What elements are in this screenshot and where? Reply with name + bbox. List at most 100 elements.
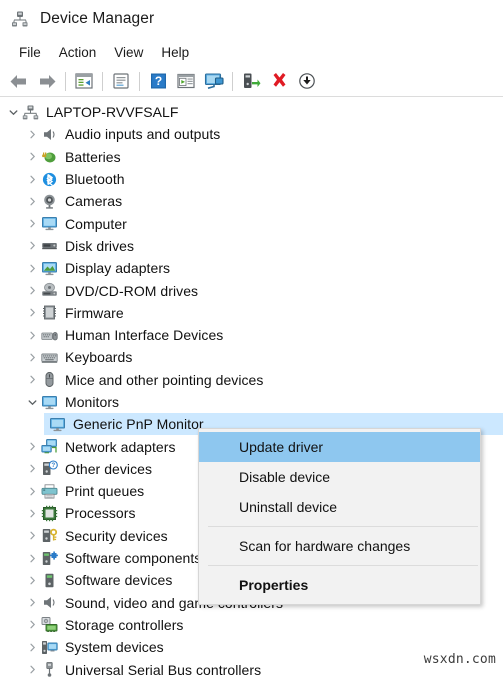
context-menu-item-update-driver[interactable]: Update driver xyxy=(199,432,480,462)
tree-node-label: Computer xyxy=(65,215,127,232)
tree-node-label: Audio inputs and outputs xyxy=(65,126,221,143)
chevron-right-icon[interactable] xyxy=(24,620,41,629)
tree-node-human-interface-devices[interactable]: Human Interface Devices xyxy=(0,324,503,346)
tree-node-label: Generic PnP Monitor xyxy=(73,416,204,433)
chevron-right-icon[interactable] xyxy=(24,487,41,496)
tree-node-monitors[interactable]: Monitors xyxy=(0,391,503,413)
context-menu-separator-2 xyxy=(208,565,478,566)
chevron-down-icon[interactable] xyxy=(24,398,41,407)
tree-node-label: System devices xyxy=(65,639,164,656)
tree-node-cameras[interactable]: Cameras xyxy=(0,190,503,212)
dvd-drive-icon xyxy=(41,282,58,299)
software-component-icon xyxy=(41,550,58,567)
tree-node-root[interactable]: LAPTOP-RVVFSALF xyxy=(0,101,503,123)
context-menu-separator-1 xyxy=(208,526,478,527)
chevron-right-icon[interactable] xyxy=(24,576,41,585)
scan-hardware-icon[interactable] xyxy=(200,68,228,94)
chevron-right-icon[interactable] xyxy=(24,331,41,340)
context-menu[interactable]: Update driver Disable device Uninstall d… xyxy=(198,428,481,605)
processor-icon xyxy=(41,505,58,522)
context-menu-item-disable-device[interactable]: Disable device xyxy=(199,462,480,492)
help-icon[interactable]: ? xyxy=(144,68,172,94)
computer-root-icon xyxy=(22,104,39,121)
chevron-right-icon[interactable] xyxy=(24,531,41,540)
chevron-right-icon[interactable] xyxy=(24,353,41,362)
toolbar-separator-3 xyxy=(139,71,140,91)
context-menu-item-scan-for-hardware-changes[interactable]: Scan for hardware changes xyxy=(199,531,480,561)
chevron-right-icon[interactable] xyxy=(24,643,41,652)
storage-controller-icon xyxy=(41,616,58,633)
chevron-right-icon[interactable] xyxy=(24,197,41,206)
uninstall-device-icon[interactable] xyxy=(265,68,293,94)
tree-node-computer[interactable]: Computer xyxy=(0,212,503,234)
chevron-right-icon[interactable] xyxy=(24,308,41,317)
tree-node-label: Bluetooth xyxy=(65,171,125,188)
menu-bar: File Action View Help xyxy=(0,38,503,66)
back-arrow-icon[interactable] xyxy=(5,68,33,94)
menu-action[interactable]: Action xyxy=(50,43,106,62)
window-title: Device Manager xyxy=(40,10,155,27)
menu-help[interactable]: Help xyxy=(152,43,198,62)
camera-icon xyxy=(41,193,58,210)
enable-device-icon[interactable] xyxy=(237,68,265,94)
forward-arrow-icon[interactable] xyxy=(33,68,61,94)
tree-node-label: Processors xyxy=(65,505,136,522)
chevron-right-icon[interactable] xyxy=(24,554,41,563)
chevron-right-icon[interactable] xyxy=(24,264,41,273)
chevron-right-icon[interactable] xyxy=(24,665,41,674)
tree-node-label: Other devices xyxy=(65,460,153,477)
tree-node-label: Disk drives xyxy=(65,237,135,254)
mouse-icon xyxy=(41,371,58,388)
chevron-right-icon[interactable] xyxy=(24,241,41,250)
tree-node-label: Human Interface Devices xyxy=(65,327,224,344)
hid-icon xyxy=(41,327,58,344)
chevron-right-icon[interactable] xyxy=(24,219,41,228)
tree-node-keyboards[interactable]: Keyboards xyxy=(0,346,503,368)
title-bar: Device Manager xyxy=(0,0,503,38)
tree-node-mice-and-other-pointing-devices[interactable]: Mice and other pointing devices xyxy=(0,369,503,391)
chevron-right-icon[interactable] xyxy=(24,286,41,295)
tree-node-bluetooth[interactable]: Bluetooth xyxy=(0,168,503,190)
context-menu-item-uninstall-device[interactable]: Uninstall device xyxy=(199,492,480,522)
monitor-icon xyxy=(41,394,58,411)
properties-icon[interactable] xyxy=(70,68,98,94)
tree-node-batteries[interactable]: Batteries xyxy=(0,146,503,168)
chevron-right-icon[interactable] xyxy=(24,464,41,473)
svg-text:?: ? xyxy=(154,74,161,88)
usb-controller-icon xyxy=(41,661,58,678)
printer-icon xyxy=(41,483,58,500)
chevron-right-icon[interactable] xyxy=(24,442,41,451)
toolbar-separator-4 xyxy=(232,71,233,91)
tree-node-storage-controllers[interactable]: Storage controllers xyxy=(0,614,503,636)
toolbar: ? xyxy=(0,66,503,97)
chevron-right-icon[interactable] xyxy=(24,152,41,161)
tree-node-label: Software devices xyxy=(65,572,173,589)
sound-controller-icon xyxy=(41,594,58,611)
tree-node-label: Cameras xyxy=(65,193,123,210)
chevron-right-icon[interactable] xyxy=(24,130,41,139)
speaker-icon xyxy=(41,126,58,143)
software-device-icon xyxy=(41,572,58,589)
tree-node-label: Universal Serial Bus controllers xyxy=(65,661,262,678)
update-driver-icon[interactable] xyxy=(172,68,200,94)
firmware-icon xyxy=(41,304,58,321)
tree-node-display-adapters[interactable]: Display adapters xyxy=(0,257,503,279)
show-hidden-devices-icon[interactable] xyxy=(107,68,135,94)
chevron-right-icon[interactable] xyxy=(24,175,41,184)
menu-file[interactable]: File xyxy=(10,43,50,62)
context-menu-item-properties[interactable]: Properties xyxy=(199,570,480,600)
chevron-down-icon[interactable] xyxy=(5,108,22,117)
tree-node-label: Mice and other pointing devices xyxy=(65,371,264,388)
install-driver-icon[interactable] xyxy=(293,68,321,94)
tree-node-disk-drives[interactable]: Disk drives xyxy=(0,235,503,257)
toolbar-separator-1 xyxy=(65,71,66,91)
tree-node-label: Security devices xyxy=(65,527,168,544)
tree-node-label: Display adapters xyxy=(65,260,171,277)
chevron-right-icon[interactable] xyxy=(24,509,41,518)
tree-node-audio-inputs-and-outputs[interactable]: Audio inputs and outputs xyxy=(0,123,503,145)
tree-node-dvd-cd-rom-drives[interactable]: DVD/CD-ROM drives xyxy=(0,279,503,301)
menu-view[interactable]: View xyxy=(105,43,152,62)
chevron-right-icon[interactable] xyxy=(24,598,41,607)
tree-node-firmware[interactable]: Firmware xyxy=(0,302,503,324)
chevron-right-icon[interactable] xyxy=(24,375,41,384)
